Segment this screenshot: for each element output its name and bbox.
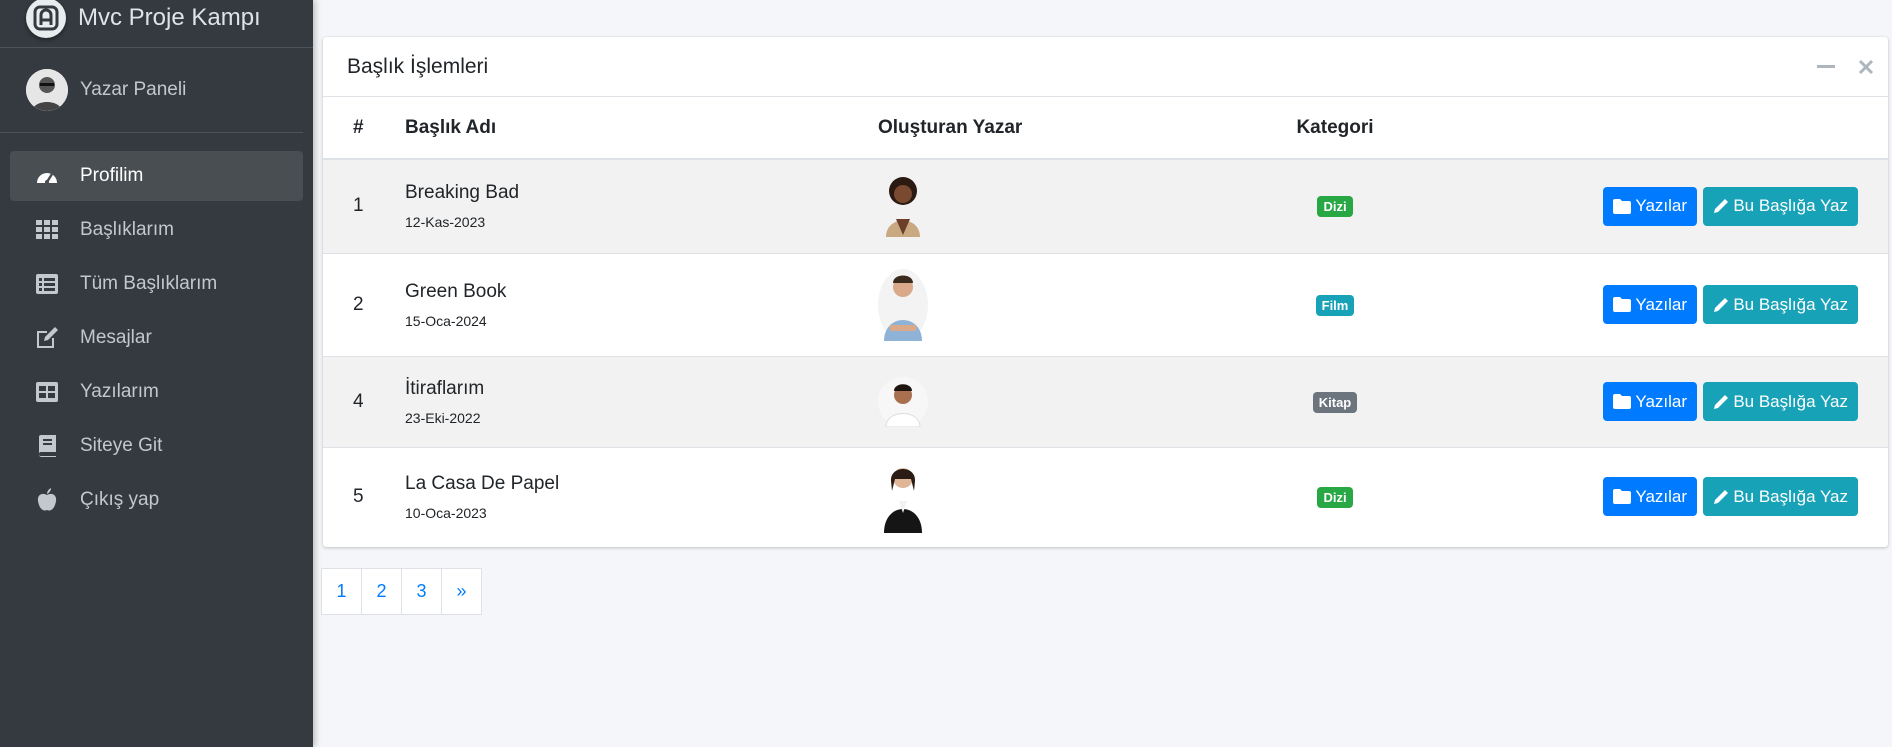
table-row: 1 Breaking Bad 12-Kas-2023 Dizi Yazılar … [323,159,1888,253]
write-button[interactable]: Bu Başlığa Yaz [1703,477,1858,517]
sidebar-item-siteye-git[interactable]: Siteye Git [10,421,303,471]
sidebar-item-cikis-yap[interactable]: Çıkış yap [10,475,303,525]
page-link-2[interactable]: 2 [361,568,402,615]
sidebar-item-label: Yazılarım [80,381,159,402]
topics-card: Başlık İşlemleri # Başlık Adı Oluşturan … [323,37,1888,547]
folder-icon [1613,297,1632,312]
category-badge: Film [1315,294,1355,316]
posts-button[interactable]: Yazılar [1603,382,1698,421]
page-link-3[interactable]: 3 [401,568,442,615]
brand-title: Mvc Proje Kampı [78,3,261,31]
sidebar-item-mesajlar[interactable]: Mesajlar [10,313,303,363]
author-avatar [878,268,928,341]
book-icon [34,435,60,457]
write-button-label: Bu Başlığa Yaz [1733,294,1848,314]
sidebar-nav: Profilim Başlıklarım Tüm Başlıklarım Mes… [0,133,313,525]
pencil-icon [1714,297,1729,312]
topic-date: 15-Oca-2024 [405,312,487,329]
write-button[interactable]: Bu Başlığa Yaz [1703,285,1858,324]
user-panel[interactable]: Yazar Paneli [0,48,303,133]
row-number: 1 [353,195,364,217]
pencil-icon [1714,199,1729,214]
user-avatar [26,69,68,111]
row-number: 2 [353,293,364,315]
page-link-1[interactable]: 1 [321,568,362,615]
card-tools [1816,55,1876,79]
column-header-actions [1390,97,1888,160]
dashboard-icon [34,165,60,187]
sidebar-item-label: Tüm Başlıklarım [80,273,218,294]
posts-button-label: Yazılar [1635,294,1688,314]
column-header-author: Oluşturan Yazar [878,97,1280,160]
author-avatar [878,175,928,238]
topic-date: 12-Kas-2023 [405,214,486,231]
topics-table: # Başlık Adı Oluşturan Yazar Kategori 1 … [323,97,1888,546]
list-icon [34,273,60,295]
apple-icon [34,488,60,511]
posts-button[interactable]: Yazılar [1603,285,1698,324]
posts-button[interactable]: Yazılar [1603,477,1698,517]
sidebar-item-profilim[interactable]: Profilim [10,151,303,201]
grid-icon [34,219,60,241]
card-title: Başlık İşlemleri [347,54,489,78]
posts-button-label: Yazılar [1635,486,1688,506]
card-header: Başlık İşlemleri [323,37,1888,97]
table-row: 2 Green Book 15-Oca-2024 Film Yazılar Bu… [323,253,1888,356]
topic-date: 23-Eki-2022 [405,409,481,426]
folder-icon [1613,489,1632,505]
column-header-title: Başlık Adı [401,97,878,160]
write-button-label: Bu Başlığa Yaz [1733,391,1848,411]
row-number: 4 [353,390,364,412]
table-row: 5 La Casa De Papel 10-Oca-2023 Dizi Yazı… [323,447,1888,546]
category-badge: Dizi [1317,486,1353,508]
topic-date: 10-Oca-2023 [405,504,487,521]
folder-icon [1613,394,1632,409]
column-header-number: # [323,97,401,160]
minimize-icon[interactable] [1816,55,1836,79]
posts-button[interactable]: Yazılar [1603,186,1698,226]
edit-icon [34,327,60,349]
write-button[interactable]: Bu Başlığa Yaz [1703,186,1858,226]
sidebar-item-label: Çıkış yap [80,489,160,510]
pencil-icon [1714,489,1729,504]
write-button-label: Bu Başlığa Yaz [1733,486,1848,506]
column-header-category: Kategori [1280,97,1390,160]
posts-button-label: Yazılar [1635,196,1688,216]
close-icon[interactable] [1856,55,1876,79]
table-row: 4 İtiraflarım 23-Eki-2022 Kitap Yazılar … [323,356,1888,447]
brand-logo [26,0,66,38]
table-icon [34,381,60,403]
author-avatar [878,376,928,427]
user-name: Yazar Paneli [80,79,187,100]
topic-title[interactable]: İtiraflarım [405,378,878,400]
sidebar-item-yazilarim[interactable]: Yazılarım [10,367,303,417]
sidebar-item-label: Mesajlar [80,327,152,348]
posts-button-label: Yazılar [1635,391,1688,411]
brand[interactable]: Mvc Proje Kampı [0,0,313,48]
topic-title[interactable]: Breaking Bad [405,182,878,204]
table-header-row: # Başlık Adı Oluşturan Yazar Kategori [323,97,1888,160]
sidebar-item-label: Başlıklarım [80,219,174,240]
sidebar-item-tum-basliklarim[interactable]: Tüm Başlıklarım [10,259,303,309]
author-avatar [878,461,928,533]
sidebar: Mvc Proje Kampı Yazar Paneli Profilim Ba… [0,0,313,747]
write-button-label: Bu Başlığa Yaz [1733,196,1848,216]
topic-title[interactable]: La Casa De Papel [405,473,878,495]
category-badge: Dizi [1317,196,1353,218]
sidebar-item-basliklarim[interactable]: Başlıklarım [10,205,303,255]
sidebar-item-label: Siteye Git [80,435,163,456]
row-number: 5 [353,485,364,507]
topic-title[interactable]: Green Book [405,281,878,303]
sidebar-item-label: Profilim [80,165,144,186]
page-link-next[interactable]: » [441,568,482,615]
folder-icon [1613,198,1632,214]
pencil-icon [1714,394,1729,409]
category-badge: Kitap [1312,391,1358,413]
pagination: 1 2 3 » [321,568,482,615]
write-button[interactable]: Bu Başlığa Yaz [1703,382,1858,421]
